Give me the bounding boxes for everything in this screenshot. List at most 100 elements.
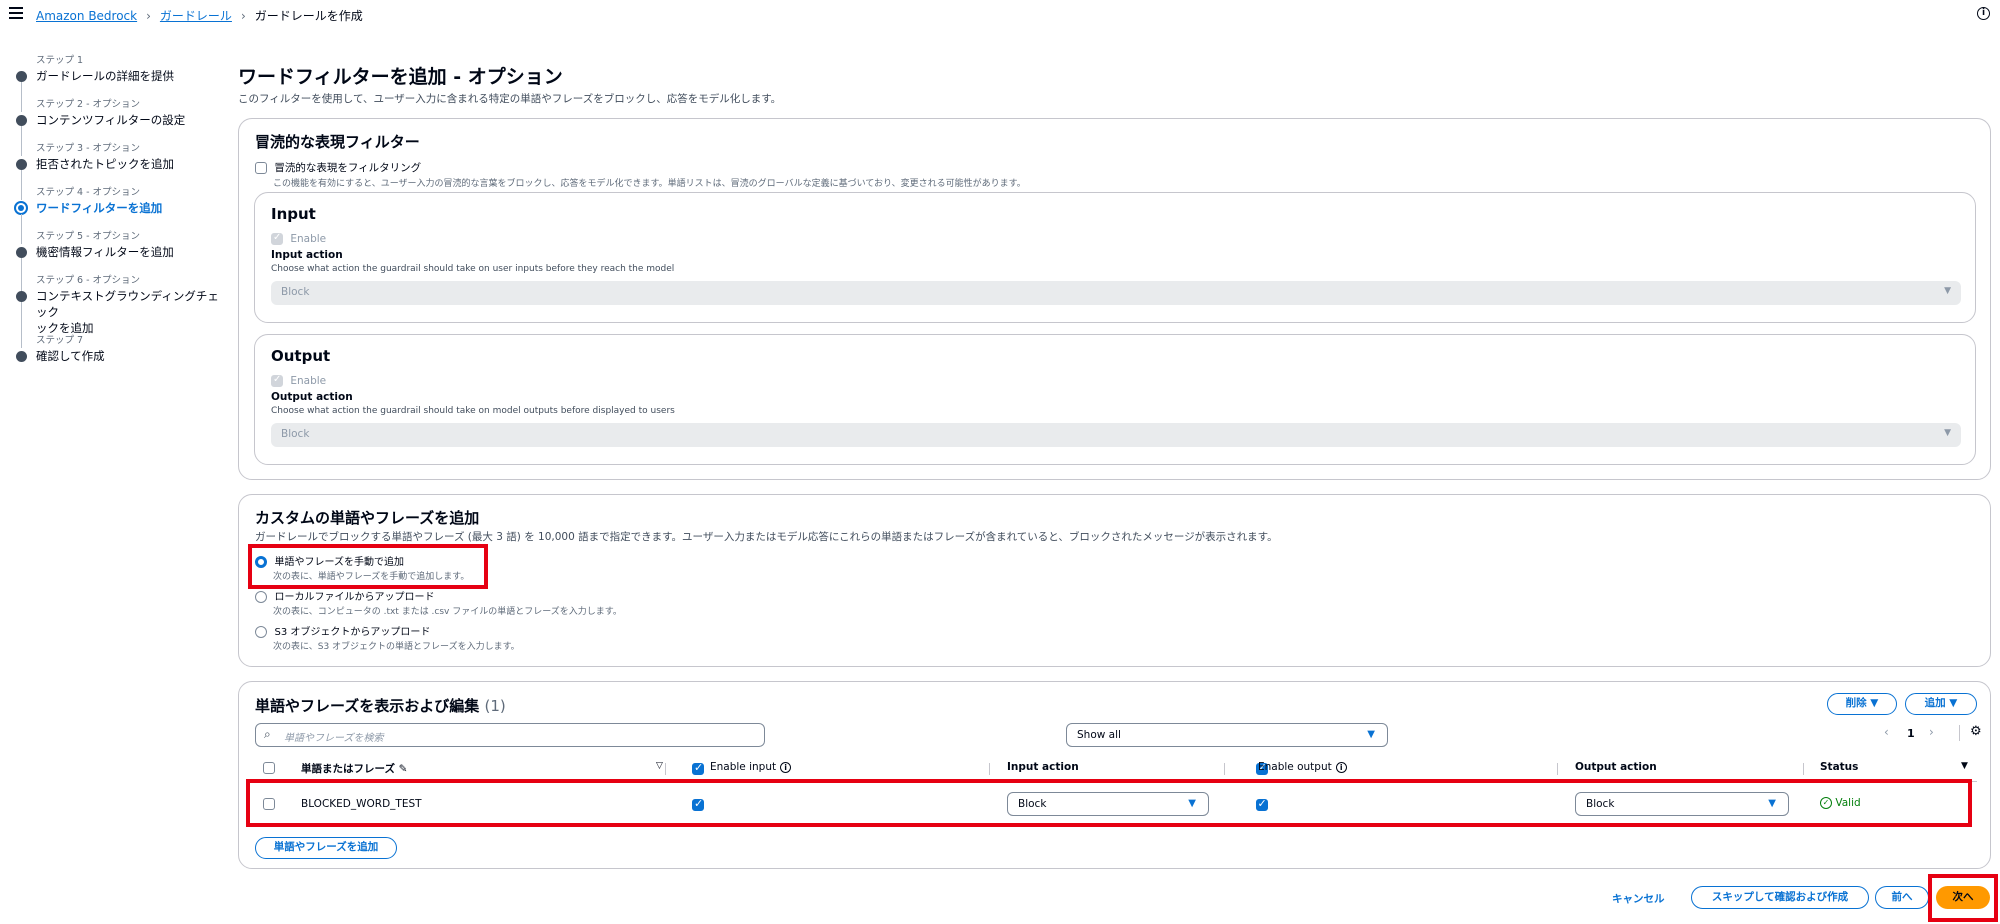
search-input[interactable]: ⌕ 単語やフレーズを検索 — [255, 723, 765, 747]
add-label: 追加 — [1924, 697, 1946, 709]
step-4[interactable]: ステップ 4 - オプション ワードフィルターを追加 — [14, 186, 224, 244]
top-bar: Amazon Bedrock › ガードレール › ガードレールを作成 i — [0, 0, 2000, 30]
step-5[interactable]: ステップ 5 - オプション 機密情報フィルターを追加 — [14, 230, 224, 302]
profanity-checkbox-desc: この機能を有効にすると、ユーザー入力の冒涜的な言葉をブロックし、応答をモデル化で… — [273, 179, 1026, 189]
breadcrumb-current: ガードレールを作成 — [254, 9, 363, 23]
caret-down-icon[interactable]: ▼ — [1961, 761, 1968, 771]
step-dot-icon — [16, 71, 27, 82]
output-action-value: Block — [281, 428, 310, 440]
output-title: Output — [271, 347, 331, 365]
profanity-title: 冒涜的な表現フィルター — [255, 133, 420, 151]
profanity-filter-panel: 冒涜的な表現フィルター 冒涜的な表現をフィルタリング この機能を有効にすると、ユ… — [238, 118, 1991, 480]
info-icon[interactable]: i — [1335, 761, 1347, 773]
step-label: ステップ 6 - オプション — [36, 275, 141, 286]
breadcrumb: Amazon Bedrock › ガードレール › ガードレールを作成 — [36, 7, 363, 24]
words-table-panel: 単語やフレーズを表示および編集 (1) 削除 ▼ 追加 ▼ ⌕ 単語やフレーズを… — [238, 681, 1991, 869]
sort-caret-icon[interactable]: ▽ — [656, 761, 663, 771]
col-output-action: Output action — [1575, 761, 1657, 773]
input-enable-row: Enable — [271, 232, 326, 245]
radio-s3-label: S3 オブジェクトからアップロード — [274, 627, 431, 638]
table-count: (1) — [484, 697, 506, 715]
radio-s3-row[interactable]: S3 オブジェクトからアップロード — [255, 623, 430, 638]
col-word[interactable]: 単語またはフレーズ ✎ — [301, 761, 407, 776]
step-1[interactable]: ステップ 1 ガードレールの詳細を提供 — [14, 54, 224, 112]
step-7[interactable]: ステップ 7 確認して作成 — [14, 334, 224, 378]
table-title: 単語やフレーズを表示および編集 (1) — [255, 695, 506, 716]
cancel-button[interactable]: キャンセル — [1612, 891, 1665, 906]
highlight-box-next — [1928, 874, 1998, 922]
delete-label: 削除 — [1845, 697, 1867, 709]
col-enable-input-label: Enable input — [710, 761, 777, 773]
step-label: ステップ 5 - オプション — [36, 231, 141, 242]
radio-local[interactable] — [255, 591, 267, 603]
enable-input-all-checkbox[interactable] — [692, 761, 704, 775]
page-number[interactable]: 1 — [1907, 727, 1915, 740]
page-description: このフィルターを使用して、ユーザー入力に含まれる特定の単語やフレーズをブロックし… — [238, 93, 782, 105]
col-enable-output-label: Enable output — [1258, 761, 1332, 773]
table-title-text: 単語やフレーズを表示および編集 — [255, 697, 480, 715]
step-6[interactable]: ステップ 6 - オプション コンテキストグラウンディングチェック ックを追加 — [14, 274, 224, 348]
breadcrumb-bedrock[interactable]: Amazon Bedrock — [36, 9, 137, 23]
filter-select[interactable]: Show all ▼ — [1066, 723, 1388, 747]
radio-local-row[interactable]: ローカルファイルからアップロード — [255, 588, 435, 603]
profanity-checkbox[interactable] — [255, 162, 267, 174]
add-button[interactable]: 追加 ▼ — [1905, 693, 1977, 715]
step-name: 確認して作成 — [36, 349, 105, 363]
edit-icon: ✎ — [398, 763, 408, 775]
info-icon[interactable]: i — [1977, 7, 1990, 20]
profanity-checkbox-label: 冒涜的な表現をフィルタリング — [274, 162, 422, 174]
col-status: Status — [1820, 761, 1859, 773]
filter-value: Show all — [1077, 729, 1121, 741]
settings-gear-icon[interactable]: ⚙ — [1970, 724, 1982, 739]
delete-button[interactable]: 削除 ▼ — [1827, 693, 1897, 715]
step-name: 拒否されたトピックを追加 — [36, 157, 174, 171]
highlight-box-manual — [248, 544, 488, 589]
caret-down-icon: ▼ — [1367, 729, 1375, 740]
add-word-button[interactable]: 単語やフレーズを追加 — [255, 837, 397, 859]
output-action-label: Output action — [271, 391, 353, 403]
search-icon: ⌕ — [264, 727, 271, 741]
output-enable-checkbox — [271, 374, 283, 387]
caret-down-icon: ▼ — [1944, 286, 1951, 296]
output-action-select: Block ▼ — [271, 423, 1961, 447]
step-2[interactable]: ステップ 2 - オプション コンテンツフィルターの設定 — [14, 98, 224, 156]
info-icon[interactable]: i — [780, 761, 792, 773]
step-dot-icon — [16, 291, 27, 302]
input-action-label: Input action — [271, 249, 343, 261]
step-name: 機密情報フィルターを追加 — [36, 245, 174, 259]
caret-down-icon: ▼ — [1870, 697, 1879, 709]
profanity-input-panel: Input Enable Input action Choose what ac… — [254, 192, 1976, 323]
custom-desc: ガードレールでブロックする単語やフレーズ (最大 3 語) を 10,000 語… — [255, 531, 1278, 543]
table-header: 単語またはフレーズ ✎ ▽ Enable inputi Input action… — [239, 761, 1992, 779]
skip-to-review-button[interactable]: スキップして確認および作成 — [1691, 886, 1869, 909]
next-page-icon[interactable]: › — [1929, 725, 1934, 739]
breadcrumb-guardrails[interactable]: ガードレール — [160, 7, 232, 24]
step-label: ステップ 2 - オプション — [36, 99, 141, 110]
input-action-value: Block — [281, 286, 310, 298]
step-label: ステップ 1 — [36, 55, 84, 66]
radio-s3[interactable] — [255, 626, 267, 638]
step-dot-icon — [16, 351, 27, 362]
custom-words-panel: カスタムの単語やフレーズを追加 ガードレールでブロックする単語やフレーズ (最大… — [238, 494, 1991, 667]
previous-button[interactable]: 前へ — [1875, 886, 1929, 909]
col-enable-output: Enable output i — [1258, 761, 1347, 773]
search-placeholder: 単語やフレーズを検索 — [284, 733, 384, 744]
col-word-label: 単語またはフレーズ — [301, 763, 395, 775]
input-action-select: Block ▼ — [271, 281, 1961, 305]
radio-local-desc: 次の表に、コンピュータの .txt または .csv ファイルの単語とフレーズを… — [273, 607, 622, 617]
chevron-right-icon: › — [240, 8, 246, 23]
select-all-checkbox[interactable] — [263, 762, 275, 774]
step-label: ステップ 3 - オプション — [36, 143, 141, 154]
highlight-box-row — [246, 779, 1972, 827]
step-label: ステップ 4 - オプション — [36, 187, 141, 198]
radio-s3-desc: 次の表に、S3 オブジェクトの単語とフレーズを入力します。 — [273, 642, 520, 652]
radio-local-label: ローカルファイルからアップロード — [274, 592, 435, 603]
chevron-right-icon: › — [146, 8, 151, 23]
caret-down-icon: ▼ — [1944, 428, 1951, 438]
output-enable-label: Enable — [290, 375, 327, 387]
step-name: コンテキストグラウンディングチェック — [36, 289, 219, 319]
menu-icon[interactable] — [9, 7, 23, 19]
profanity-checkbox-row[interactable]: 冒涜的な表現をフィルタリング — [255, 160, 421, 175]
prev-page-icon[interactable]: ‹ — [1884, 725, 1889, 739]
step-3[interactable]: ステップ 3 - オプション 拒否されたトピックを追加 — [14, 142, 224, 200]
